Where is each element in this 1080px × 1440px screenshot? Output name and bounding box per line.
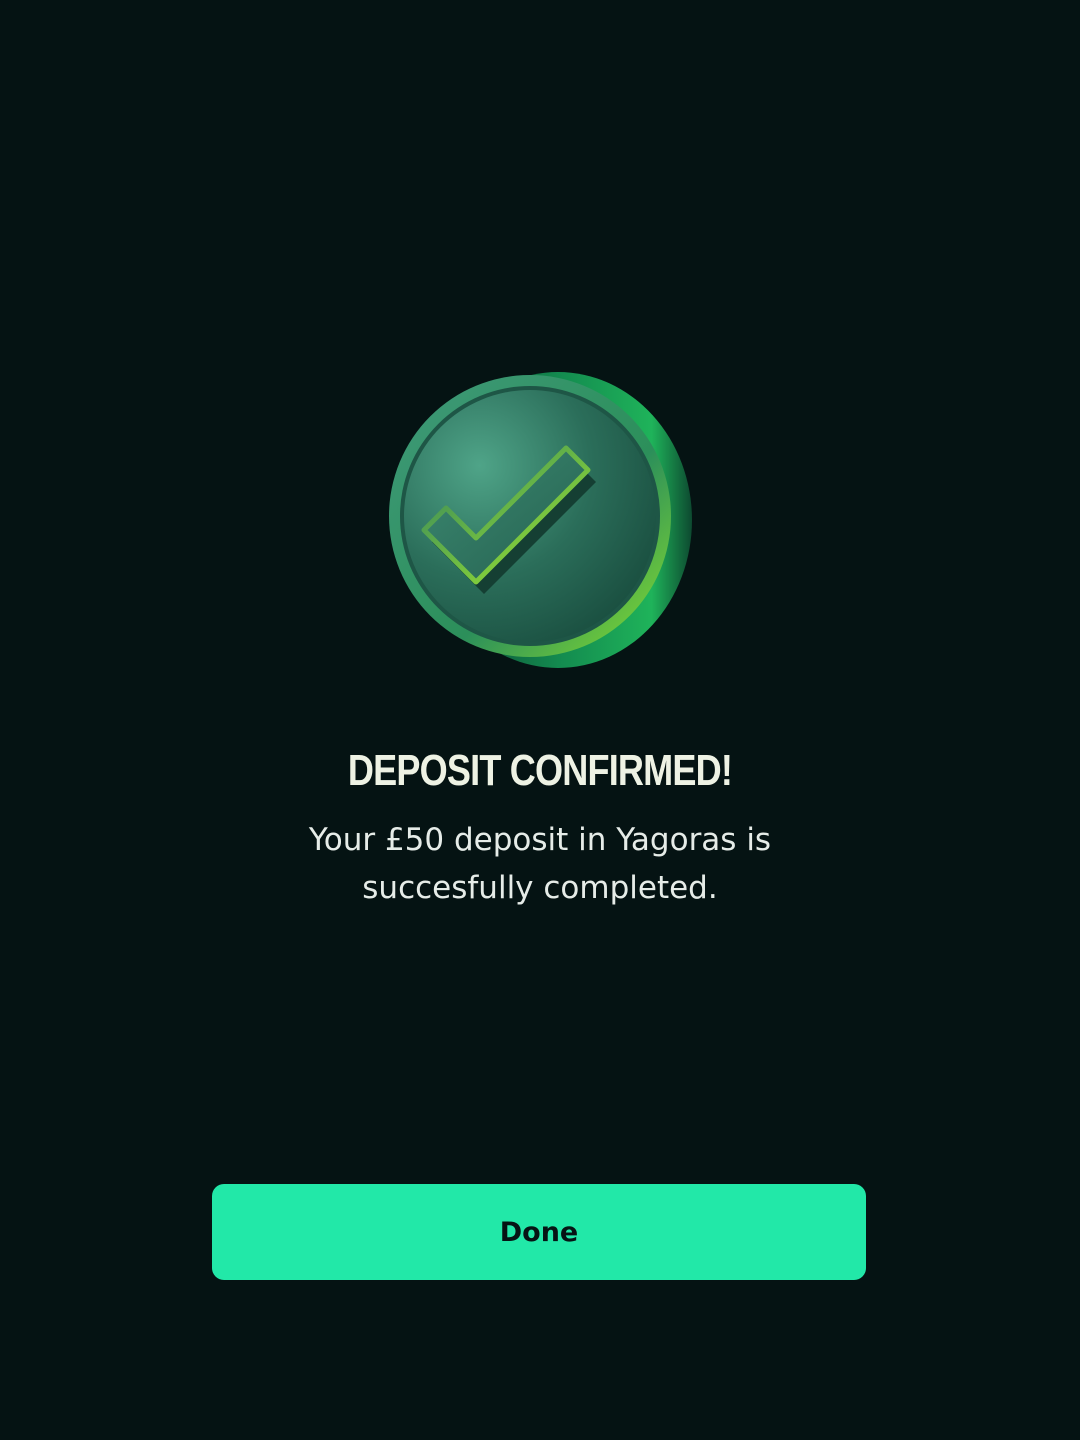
- check-coin-icon: [380, 360, 700, 680]
- confirmation-title: DEPOSIT CONFIRMED!: [347, 746, 733, 795]
- deposit-confirmation-screen: DEPOSIT CONFIRMED! Your £50 deposit in Y…: [0, 0, 1080, 1440]
- confirmation-message: Your £50 deposit in Yagoras is succesful…: [308, 822, 772, 906]
- done-button[interactable]: Done: [212, 1184, 866, 1280]
